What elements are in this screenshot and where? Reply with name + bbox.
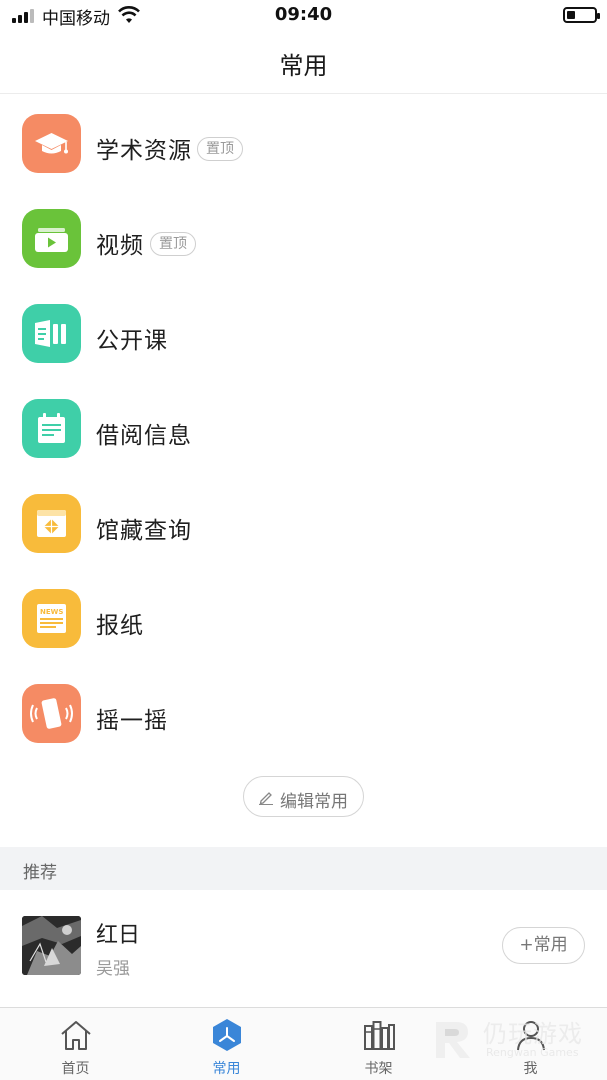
favorite-label: 报纸 bbox=[96, 613, 144, 639]
favorite-label: 学术资源 bbox=[96, 138, 192, 164]
open-course-icon bbox=[22, 304, 81, 363]
clock: 09:40 bbox=[274, 4, 333, 25]
add-to-favorites-button[interactable]: +常用 bbox=[502, 927, 585, 964]
book-title: 红日 bbox=[96, 923, 141, 948]
favorite-item-borrow-info[interactable]: 借阅信息 bbox=[0, 380, 607, 475]
favorite-label: 视频 bbox=[96, 233, 144, 259]
favorite-label: 借阅信息 bbox=[96, 423, 192, 449]
tab-label: 首页 bbox=[61, 1061, 90, 1077]
newspaper-icon: NEWS bbox=[22, 589, 81, 648]
section-title: 推荐 bbox=[23, 863, 57, 883]
watermark-logo: 仍玩游戏 Rengwan Games bbox=[428, 1012, 598, 1064]
recommend-section-header: 推荐 bbox=[0, 847, 607, 890]
favorite-item-shake[interactable]: 摇一摇 bbox=[0, 665, 607, 760]
battery-icon bbox=[563, 7, 600, 23]
book-cover bbox=[22, 916, 81, 975]
video-icon bbox=[22, 209, 81, 268]
common-hexagon-icon bbox=[213, 1019, 241, 1051]
shake-phone-icon bbox=[22, 684, 81, 743]
favorite-label: 摇一摇 bbox=[96, 708, 168, 734]
tab-common[interactable]: 常用 bbox=[151, 1008, 302, 1080]
book-author: 吴强 bbox=[96, 959, 130, 979]
collection-box-icon bbox=[22, 494, 81, 553]
watermark-icon bbox=[436, 1022, 470, 1058]
edit-favorites-label: 编辑常用 bbox=[280, 792, 348, 812]
favorite-label: 馆藏查询 bbox=[96, 518, 192, 544]
graduation-cap-icon bbox=[22, 114, 81, 173]
page-title: 常用 bbox=[279, 52, 328, 80]
favorite-item-academic[interactable]: 学术资源 置顶 bbox=[0, 95, 607, 190]
favorite-item-video[interactable]: 视频 置顶 bbox=[0, 190, 607, 285]
pin-badge: 置顶 bbox=[150, 232, 196, 256]
favorite-label: 公开课 bbox=[96, 328, 168, 354]
tab-label: 常用 bbox=[212, 1061, 241, 1077]
home-icon bbox=[61, 1021, 91, 1050]
edit-favorites-button[interactable]: 编辑常用 bbox=[243, 776, 364, 817]
tab-home[interactable]: 首页 bbox=[0, 1008, 151, 1080]
recommend-item[interactable]: 红日 吴强 +常用 bbox=[0, 891, 607, 1001]
watermark-subtext: Rengwan Games bbox=[486, 1046, 579, 1059]
favorite-item-collection-search[interactable]: 馆藏查询 bbox=[0, 475, 607, 570]
newspaper-icon-text: NEWS bbox=[40, 608, 63, 616]
bookshelf-icon bbox=[364, 1021, 395, 1050]
favorite-item-open-course[interactable]: 公开课 bbox=[0, 285, 607, 380]
favorite-item-newspaper[interactable]: NEWS 报纸 bbox=[0, 570, 607, 665]
borrow-calendar-icon bbox=[22, 399, 81, 458]
nav-bar: 常用 bbox=[0, 30, 607, 94]
pencil-icon bbox=[259, 792, 273, 805]
watermark-text: 仍玩游戏 bbox=[483, 1020, 583, 1048]
pin-badge: 置顶 bbox=[197, 137, 243, 161]
status-bar: 中国移动 09:40 bbox=[0, 0, 607, 30]
